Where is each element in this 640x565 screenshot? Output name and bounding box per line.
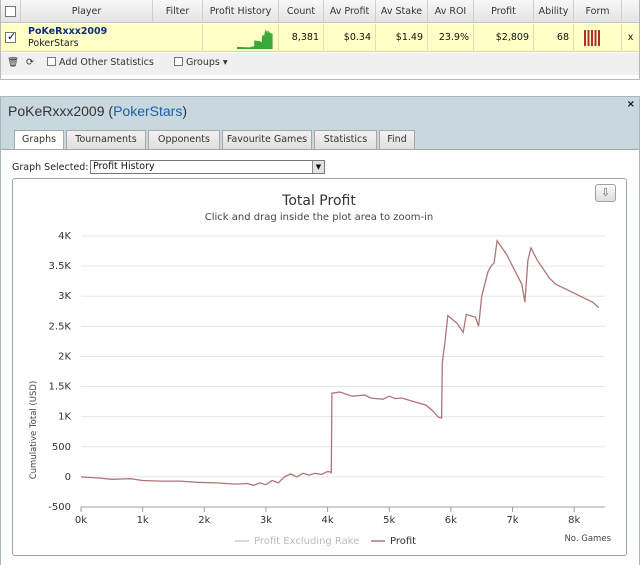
y-axis-ticks: -500 0 500 1K 1.5K 2K 2.5K 3K 3.5K 4K	[48, 231, 71, 513]
av-profit-cell: $0.34	[324, 24, 376, 52]
chart-title: Total Profit	[281, 193, 356, 209]
y-tick-label: 500	[52, 442, 71, 453]
dropdown-arrow-icon: ▾	[222, 57, 228, 68]
x-tick-label: 5k	[383, 515, 395, 526]
tab-find[interactable]: Find	[379, 130, 415, 149]
column-ability[interactable]: Ability	[534, 0, 574, 23]
profit-cell: $2,809	[474, 24, 534, 52]
y-tick-label: 3.5K	[49, 261, 72, 272]
add-stats-icon	[47, 57, 56, 66]
x-tick-label: 6k	[445, 515, 457, 526]
remove-row-button[interactable]: x	[622, 24, 639, 52]
select-all-cell	[1, 0, 21, 23]
x-tick-label: 1k	[137, 515, 149, 526]
y-tick-label: 2.5K	[49, 321, 72, 332]
y-tick-label: 1K	[58, 412, 71, 423]
x-tick-label: 0k	[75, 515, 87, 526]
grid-toolbar: 🗑 ⟳ Add Other Statistics Groups ▾	[1, 53, 639, 75]
count-cell: 8,381	[279, 24, 324, 52]
groups-label: Groups	[186, 57, 220, 68]
column-av-roi[interactable]: Av ROI	[428, 0, 474, 23]
profit-history-cell[interactable]	[203, 24, 279, 52]
tab-statistics[interactable]: Statistics	[314, 130, 377, 149]
tab-graphs[interactable]: Graphs	[14, 130, 64, 150]
player-name[interactable]: PoKeRxxx2009	[28, 26, 107, 37]
panel-title: PoKeRxxx2009 (PokerStars)	[8, 103, 187, 119]
panel-player-name: PoKeRxxx2009	[8, 103, 105, 119]
y-tick-label: 1.5K	[49, 382, 72, 393]
column-av-stake[interactable]: Av Stake	[376, 0, 428, 23]
form-bar	[584, 30, 586, 46]
x-tick-label: 8k	[568, 515, 580, 526]
player-panel: PoKeRxxx2009 (PokerStars) × Graphs Tourn…	[0, 96, 640, 565]
dropdown-arrow-icon[interactable]: ▼	[312, 161, 324, 173]
column-filter[interactable]: Filter	[153, 0, 203, 23]
filter-cell[interactable]	[153, 24, 203, 52]
tab-tournaments[interactable]: Tournaments	[66, 130, 146, 149]
chart-subtitle: Click and drag inside the plot area to z…	[205, 212, 433, 223]
add-other-statistics-button[interactable]: Add Other Statistics	[47, 57, 154, 68]
x-axis-label: No. Games	[564, 534, 611, 544]
panel-body: Graph Selected: Profit History ▼ ⇩ Total…	[1, 149, 639, 565]
close-icon[interactable]: ×	[627, 99, 635, 110]
form-bar	[594, 30, 597, 46]
profit-sparkline	[237, 29, 273, 49]
tab-opponents[interactable]: Opponents	[148, 130, 220, 149]
profit-series-line	[80, 239, 600, 486]
form-bar	[587, 30, 590, 46]
ability-cell: 68	[534, 24, 574, 52]
check-icon: ✓	[7, 30, 17, 43]
column-av-profit[interactable]: Av Profit	[324, 0, 376, 23]
select-all-checkbox[interactable]	[5, 6, 16, 17]
grid-header: Player Filter Profit History Count Av Pr…	[1, 0, 639, 23]
column-count[interactable]: Count	[279, 0, 324, 23]
panel-site-link[interactable]: PokerStars	[113, 103, 182, 119]
trash-icon[interactable]: 🗑	[7, 57, 19, 68]
y-tick-label: 3K	[58, 291, 71, 302]
column-player[interactable]: Player	[21, 0, 153, 23]
row-checkbox[interactable]: ✓	[5, 30, 17, 43]
y-tick-label: 4K	[58, 231, 71, 242]
y-tick-label: 0	[65, 472, 71, 483]
groups-icon	[174, 57, 183, 66]
refresh-icon[interactable]: ⟳	[26, 57, 34, 68]
add-stats-label: Add Other Statistics	[59, 57, 154, 68]
column-form[interactable]: Form	[574, 0, 622, 23]
y-tick-label: 2K	[58, 351, 71, 362]
y-axis-label: Cumulative Total (USD)	[29, 381, 39, 480]
av-roi-cell: 23.9%	[428, 24, 474, 52]
y-tick-label: -500	[48, 502, 71, 513]
graph-select[interactable]: Profit History ▼	[90, 160, 325, 174]
tab-favourite-games[interactable]: Favourite Games	[222, 130, 312, 149]
column-profit[interactable]: Profit	[474, 0, 534, 23]
form-bar	[598, 30, 600, 46]
form-bars	[584, 30, 600, 46]
graph-selected-label: Graph Selected:	[12, 162, 89, 173]
x-tick-label: 4k	[322, 515, 334, 526]
x-tick-label: 2k	[198, 515, 210, 526]
player-grid: Player Filter Profit History Count Av Pr…	[0, 0, 640, 80]
chart-container: ⇩ Total Profit Click and drag inside the…	[12, 178, 627, 556]
x-tick-label: 3k	[260, 515, 272, 526]
table-row[interactable]: ✓ PoKeRxxx2009 PokerStars 8,381 $0.34 $1…	[1, 24, 639, 52]
player-site: PokerStars	[28, 38, 79, 49]
av-stake-cell: $1.49	[376, 24, 428, 52]
legend-item-label: Profit Excluding Rake	[254, 536, 359, 547]
form-bar	[591, 30, 593, 46]
profit-chart[interactable]: Total Profit Click and drag inside the p…	[13, 179, 626, 555]
form-cell	[574, 24, 622, 52]
sparkline-area	[237, 29, 273, 49]
x-tick-label: 7k	[506, 515, 518, 526]
chart-series	[80, 239, 600, 486]
legend-item-label: Profit	[390, 536, 416, 547]
graph-select-value: Profit History	[93, 161, 155, 172]
groups-button[interactable]: Groups ▾	[174, 57, 228, 68]
x-axis-ticks: 0k 1k 2k 3k 4k 5k 6k 7k 8k	[75, 507, 580, 526]
column-profit-history[interactable]: Profit History	[203, 0, 279, 23]
chart-legend[interactable]: Profit Excluding Rake Profit	[235, 536, 416, 547]
